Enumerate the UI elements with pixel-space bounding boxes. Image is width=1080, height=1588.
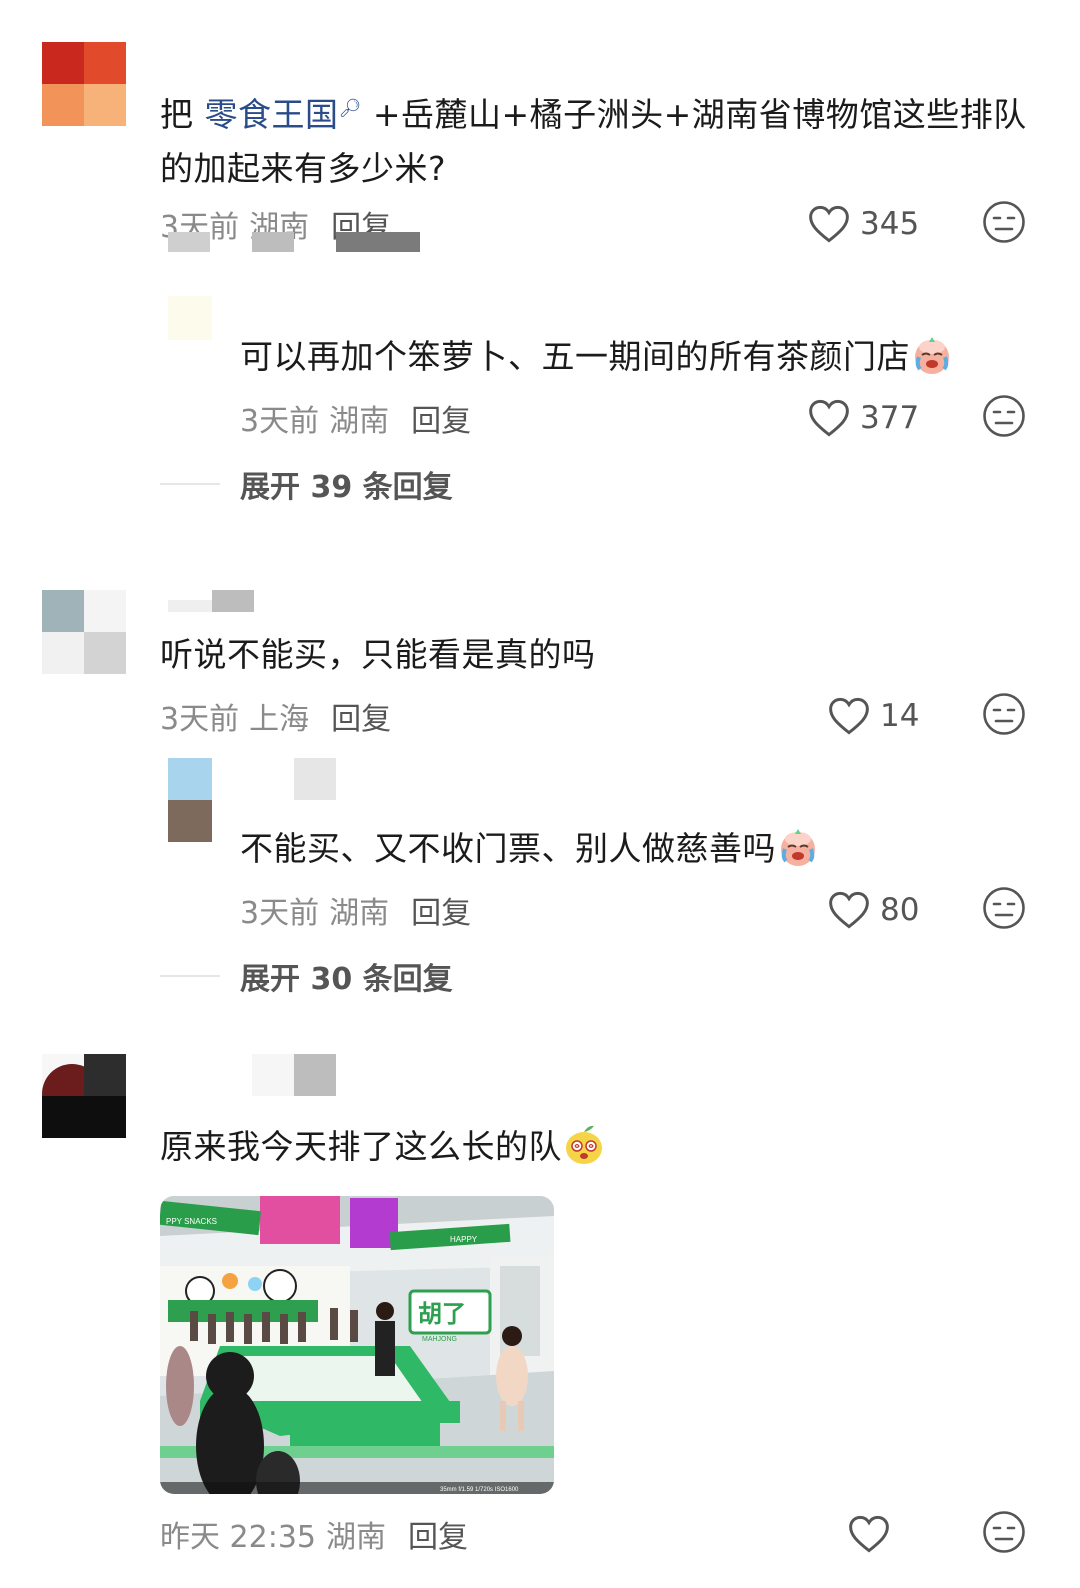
- comment-text: 把 零食王国🔎︎ +岳麓山+橘子洲头+湖南省博物馆这些排队的加起来有多少米?: [160, 82, 1040, 196]
- reply-button[interactable]: 回复: [411, 896, 471, 931]
- like-button[interactable]: 345: [808, 202, 919, 246]
- heart-icon: [809, 205, 849, 243]
- heart-icon: [849, 1515, 889, 1553]
- dislike-icon[interactable]: [982, 200, 1026, 244]
- comment-time: 3天前: [160, 702, 240, 737]
- like-button[interactable]: [848, 1512, 900, 1556]
- reply-avatar[interactable]: [168, 758, 212, 842]
- mention-text[interactable]: 零食王国: [205, 95, 339, 134]
- reply-location: 湖南: [329, 404, 390, 439]
- like-count: 377: [860, 400, 920, 436]
- reply-time: 3天前: [240, 896, 320, 931]
- heart-icon: [829, 697, 869, 735]
- comment-text-content: 听说不能买，只能看是真的吗: [160, 635, 596, 674]
- store-photo: PPY SNACKS HAPPY 胡了 MAHJONG 35mm f/1.59 …: [160, 1196, 554, 1494]
- like-count: 14: [880, 698, 920, 734]
- dislike-icon[interactable]: [982, 886, 1026, 930]
- comment-image[interactable]: PPY SNACKS HAPPY 胡了 MAHJONG 35mm f/1.59 …: [160, 1196, 554, 1494]
- avatar[interactable]: [42, 590, 126, 674]
- heart-icon: [809, 399, 849, 437]
- reply-text-content: 可以再加个笨萝卜、五一期间的所有茶颜门店: [240, 337, 910, 376]
- crying-face-icon: [781, 828, 815, 866]
- heart-icon: [829, 891, 869, 929]
- comment-location: 上海: [249, 702, 310, 737]
- username-redacted: [168, 600, 212, 612]
- reply-text-content: 不能买、又不收门票、别人做慈善吗: [240, 829, 776, 868]
- dislike-icon[interactable]: [982, 394, 1026, 438]
- comment-meta: 昨天 22:35 湖南 回复: [160, 1512, 468, 1556]
- expand-replies-button[interactable]: 展开 30 条回复: [160, 954, 453, 998]
- dislike-icon[interactable]: [982, 1510, 1026, 1554]
- like-button[interactable]: 14: [828, 694, 919, 738]
- username-redacted: [294, 758, 336, 800]
- divider: [160, 975, 220, 977]
- crying-face-icon: [915, 336, 949, 374]
- camera-info-text: 35mm f/1.59 1/720s ISO1600: [440, 1487, 519, 1493]
- avatar[interactable]: [42, 42, 126, 126]
- reply-location: 湖南: [329, 896, 390, 931]
- username-redacted: [252, 1054, 294, 1096]
- comment-time: 昨天 22:35: [160, 1520, 316, 1555]
- like-count: 345: [860, 206, 920, 242]
- username-redacted: [294, 1054, 336, 1096]
- dizzy-fruit-face-icon: [566, 1125, 602, 1164]
- reply-meta: 3天前 湖南 回复: [240, 396, 471, 440]
- reply-text: 可以再加个笨萝卜、五一期间的所有茶颜门店: [240, 330, 1040, 384]
- username-redacted: [212, 590, 254, 612]
- expand-replies-label[interactable]: 展开 39 条回复: [240, 462, 453, 506]
- reply-button[interactable]: 回复: [411, 404, 471, 439]
- divider: [160, 483, 220, 485]
- reply-avatar[interactable]: [168, 296, 212, 340]
- sign-sub-text: MAHJONG: [422, 1336, 457, 1343]
- reply-meta: 3天前 湖南 回复: [240, 888, 471, 932]
- reply-text: 不能买、又不收门票、别人做慈善吗: [240, 822, 1040, 876]
- reply-time: 3天前: [240, 404, 320, 439]
- comment-text: 听说不能买，只能看是真的吗: [160, 628, 1040, 682]
- avatar[interactable]: [42, 1054, 126, 1138]
- reply-button[interactable]: 回复: [331, 702, 391, 737]
- search-icon: 🔎︎: [338, 98, 362, 119]
- redaction-block: [168, 232, 210, 252]
- mention-link[interactable]: 零食王国🔎︎: [205, 95, 362, 134]
- reply-button[interactable]: 回复: [408, 1520, 468, 1555]
- expand-replies-button[interactable]: 展开 39 条回复: [160, 462, 453, 506]
- redaction-block: [252, 232, 294, 252]
- banner-left-text: PPY SNACKS: [166, 1217, 217, 1226]
- expand-replies-label[interactable]: 展开 30 条回复: [240, 954, 453, 998]
- comment-text: 原来我今天排了这么长的队: [160, 1120, 1040, 1174]
- like-button[interactable]: 80: [828, 888, 919, 932]
- comment-meta: 3天前 上海 回复: [160, 694, 391, 738]
- dislike-icon[interactable]: [982, 692, 1026, 736]
- sign-main-text: 胡了: [418, 1300, 466, 1328]
- banner-right-text: HAPPY: [450, 1235, 478, 1244]
- like-button[interactable]: 377: [808, 396, 919, 440]
- like-count: 80: [880, 892, 920, 928]
- comment-location: 湖南: [326, 1520, 386, 1555]
- comment-text-prefix: 把: [160, 95, 205, 134]
- comment-text-content: 原来我今天排了这么长的队: [160, 1127, 562, 1166]
- redaction-block: [336, 232, 420, 252]
